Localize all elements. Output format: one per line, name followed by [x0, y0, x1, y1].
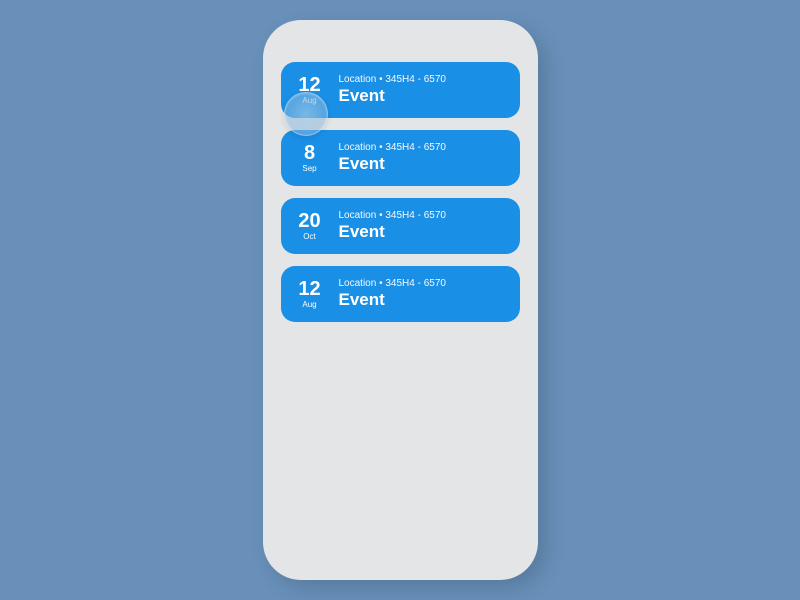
event-card[interactable]: 20 Oct Location • 345H4 - 6570 Event	[281, 198, 520, 254]
event-content: Location • 345H4 - 6570 Event	[339, 210, 446, 242]
event-month: Aug	[302, 300, 316, 309]
event-day: 8	[304, 143, 315, 163]
event-title: Event	[339, 290, 446, 310]
event-content: Location • 345H4 - 6570 Event	[339, 278, 446, 310]
event-title: Event	[339, 222, 446, 242]
event-content: Location • 345H4 - 6570 Event	[339, 74, 446, 106]
event-title: Event	[339, 154, 446, 174]
event-day: 12	[298, 75, 320, 95]
event-content: Location • 345H4 - 6570 Event	[339, 142, 446, 174]
event-date: 12 Aug	[295, 75, 325, 105]
event-location: Location • 345H4 - 6570	[339, 142, 446, 153]
event-day: 20	[298, 211, 320, 231]
event-month: Aug	[302, 96, 316, 105]
phone-screen: 12 Aug Location • 345H4 - 6570 Event 8 S…	[279, 38, 522, 562]
event-location: Location • 345H4 - 6570	[339, 210, 446, 221]
event-title: Event	[339, 86, 446, 106]
phone-notch	[340, 20, 460, 44]
event-location: Location • 345H4 - 6570	[339, 278, 446, 289]
event-month: Sep	[302, 164, 316, 173]
event-list: 12 Aug Location • 345H4 - 6570 Event 8 S…	[279, 62, 522, 322]
event-day: 12	[298, 279, 320, 299]
phone-frame: 12 Aug Location • 345H4 - 6570 Event 8 S…	[263, 20, 538, 580]
event-date: 8 Sep	[295, 143, 325, 173]
event-card[interactable]: 12 Aug Location • 345H4 - 6570 Event	[281, 62, 520, 118]
event-date: 20 Oct	[295, 211, 325, 241]
event-month: Oct	[303, 232, 315, 241]
event-location: Location • 345H4 - 6570	[339, 74, 446, 85]
event-card[interactable]: 12 Aug Location • 345H4 - 6570 Event	[281, 266, 520, 322]
event-card[interactable]: 8 Sep Location • 345H4 - 6570 Event	[281, 130, 520, 186]
event-date: 12 Aug	[295, 279, 325, 309]
